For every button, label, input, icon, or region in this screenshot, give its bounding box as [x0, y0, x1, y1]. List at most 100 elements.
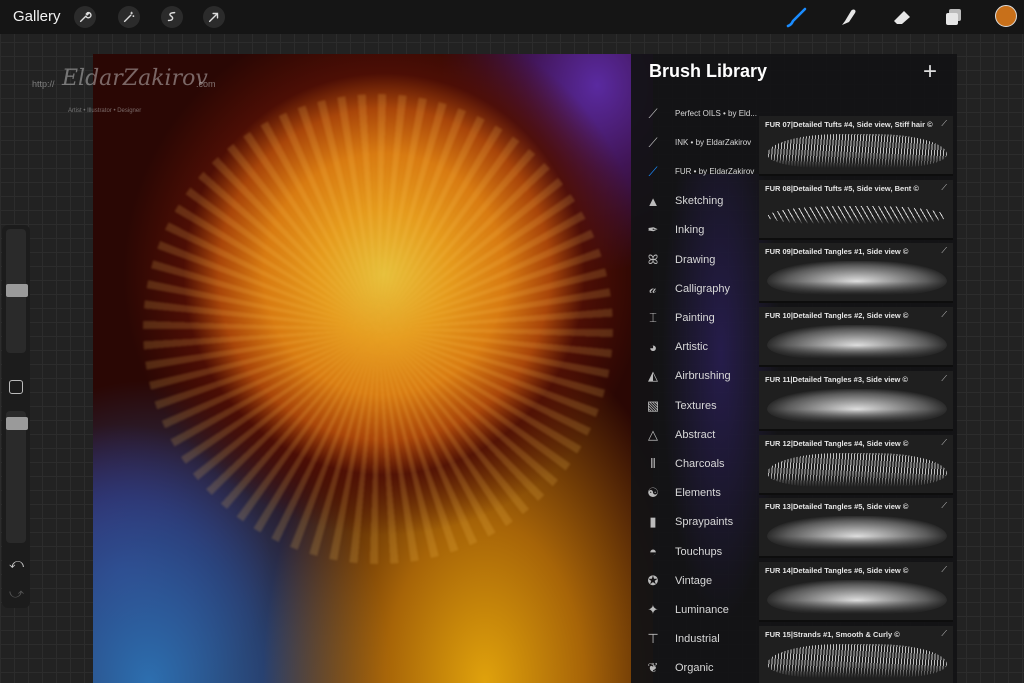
brush-stroke-preview [767, 325, 947, 360]
brush-size-slider[interactable] [6, 229, 28, 353]
brush-category-item[interactable]: △ Abstract [631, 420, 759, 449]
brush-name: FUR 12|Detailed Tangles #4, Side view © [765, 438, 909, 448]
brush-name: FUR 09|Detailed Tangles #1, Side view © [765, 247, 909, 257]
palette-icon: ◕ [649, 339, 657, 355]
brush-item[interactable]: FUR 15|Strands #1, Smooth & Curly © ⟋ [759, 625, 953, 683]
brush-category-item[interactable]: ☯ Elements [631, 479, 759, 508]
opacity-slider[interactable] [6, 411, 28, 543]
feather-icon: ⟋ [941, 437, 947, 447]
add-brush-button[interactable]: + [923, 58, 937, 86]
feather-icon: ⟋ [941, 564, 947, 574]
brush-category-item[interactable]: ⦀ Charcoals [631, 449, 759, 478]
brush-category-item[interactable]: ⟋ Perfect OILS • by Eld... [631, 99, 759, 128]
brush-size-thumb[interactable] [6, 284, 28, 297]
layers-icon[interactable] [942, 6, 966, 28]
brush-stroke-preview [767, 388, 947, 423]
brush-category-item[interactable]: ▮ Spraypaints [631, 508, 759, 537]
wrench-icon[interactable] [74, 6, 96, 28]
selection-icon[interactable] [161, 6, 183, 28]
brush-category-item[interactable]: ⟋ INK • by EldarZakirov [631, 128, 759, 157]
brush-list: FUR 07|Detailed Tufts #4, Side view, Sti… [759, 94, 957, 683]
brush-item[interactable]: FUR 10|Detailed Tangles #2, Side view © ⟋ [759, 307, 953, 368]
opacity-thumb[interactable] [6, 417, 28, 430]
brush-category-label: FUR • by EldarZakirov [675, 167, 755, 177]
feather-icon: ⟋ [941, 501, 947, 511]
eraser-icon[interactable] [890, 6, 914, 28]
feather-icon: ⟋ [648, 163, 658, 179]
brush-category-item[interactable]: ✦ Luminance [631, 595, 759, 624]
smudge-icon[interactable] [837, 6, 861, 28]
brush-category-item[interactable]: ❦ Organic [631, 654, 759, 683]
brush-name: FUR 13|Detailed Tangles #5, Side view © [765, 502, 909, 512]
feather-icon: ⟋ [648, 105, 658, 121]
paint-brush-icon: ⌶ [649, 309, 657, 325]
calligraphy-icon: 𝒶 [649, 280, 657, 296]
modify-button[interactable] [9, 380, 23, 394]
gallery-button[interactable]: Gallery [13, 8, 61, 25]
brush-category-item[interactable]: ✒ Inking [631, 216, 759, 245]
brush-name: FUR 15|Strands #1, Smooth & Curly © [765, 629, 900, 639]
brush-category-item[interactable]: ꕤ Drawing [631, 245, 759, 274]
color-picker-button[interactable] [995, 5, 1017, 27]
brush-category-label: Organic [675, 662, 714, 675]
touchup-icon: ◓ [649, 544, 657, 559]
airbrush-icon: ◭ [648, 368, 658, 384]
brush-item[interactable]: FUR 09|Detailed Tangles #1, Side view © ⟋ [759, 243, 953, 304]
brush-item[interactable]: FUR 13|Detailed Tangles #5, Side view © ⟋ [759, 498, 953, 559]
canvas-artwork[interactable] [93, 54, 653, 683]
brush-name: FUR 14|Detailed Tangles #6, Side view © [765, 565, 909, 575]
brush-stroke-preview [767, 134, 947, 168]
procreate-app: Gallery http:// EldarZakirov .com Artist… [0, 0, 1024, 683]
transform-arrow-icon[interactable] [203, 6, 225, 28]
brush-stroke-preview [767, 205, 947, 224]
anvil-icon: ⊤ [647, 631, 659, 647]
brush-category-label: Industrial [675, 633, 720, 646]
feather-icon: ⟋ [941, 246, 947, 256]
brush-item[interactable]: FUR 12|Detailed Tangles #4, Side view © ⟋ [759, 434, 953, 495]
brush-category-label: Drawing [675, 253, 716, 266]
fur-ball-artwork [143, 94, 613, 564]
leaf-icon: ❦ [647, 660, 659, 676]
triangle-icon: △ [648, 426, 658, 442]
brush-category-label: INK • by EldarZakirov [675, 138, 752, 148]
squiggle-icon: ꕤ [647, 251, 659, 267]
brush-category-item[interactable]: ◭ Airbrushing [631, 362, 759, 391]
brush-stroke-preview [767, 261, 947, 296]
magic-wand-icon[interactable] [118, 6, 140, 28]
sparkle-icon: ✦ [647, 601, 659, 617]
redo-icon[interactable]: ⤻ [9, 585, 24, 602]
brush-category-item[interactable]: ⌶ Painting [631, 303, 759, 332]
star-badge-icon: ✪ [647, 572, 659, 588]
brush-category-item[interactable]: ⟋ FUR • by EldarZakirov [631, 157, 759, 186]
brush-library-title: Brush Library [649, 61, 768, 81]
brush-category-label: Calligraphy [675, 282, 731, 295]
brush-stroke-preview [767, 579, 947, 614]
brush-category-item[interactable]: ◕ Artistic [631, 333, 759, 362]
brush-category-item[interactable]: 𝒶 Calligraphy [631, 274, 759, 303]
brush-stroke-preview [767, 452, 947, 487]
brush-category-label: Elements [675, 487, 721, 500]
brush-stroke-preview [767, 643, 947, 678]
brush-item[interactable]: FUR 11|Detailed Tangles #3, Side view © ⟋ [759, 370, 953, 431]
brush-icon[interactable] [785, 6, 809, 28]
feather-icon: ⟋ [941, 373, 947, 383]
brush-category-item[interactable]: ⊤ Industrial [631, 625, 759, 654]
watermark-name: EldarZakirov [62, 66, 208, 91]
brush-name: FUR 08|Detailed Tufts #5, Side view, Ben… [765, 183, 919, 193]
brush-item[interactable]: FUR 14|Detailed Tangles #6, Side view © ⟋ [759, 561, 953, 622]
brush-category-item[interactable]: ◓ Touchups [631, 537, 759, 566]
brush-category-item[interactable]: ✪ Vintage [631, 566, 759, 595]
brush-category-item[interactable]: ▲ Sketching [631, 187, 759, 216]
brush-category-label: Touchups [675, 545, 723, 558]
feather-icon: ⟋ [941, 182, 947, 192]
brush-category-label: Perfect OILS • by Eld... [675, 109, 757, 118]
brush-category-item[interactable]: ▧ Textures [631, 391, 759, 420]
brush-item[interactable]: FUR 07|Detailed Tufts #4, Side view, Sti… [759, 116, 953, 176]
brush-name: FUR 10|Detailed Tangles #2, Side view © [765, 311, 909, 321]
top-toolbar: Gallery [0, 0, 1024, 34]
brush-category-label: Spraypaints [675, 516, 734, 529]
feather-icon: ⟋ [941, 310, 947, 320]
brush-category-label: Painting [675, 311, 715, 324]
brush-item[interactable]: FUR 08|Detailed Tufts #5, Side view, Ben… [759, 179, 953, 240]
undo-icon[interactable]: ⤺ [9, 555, 24, 572]
